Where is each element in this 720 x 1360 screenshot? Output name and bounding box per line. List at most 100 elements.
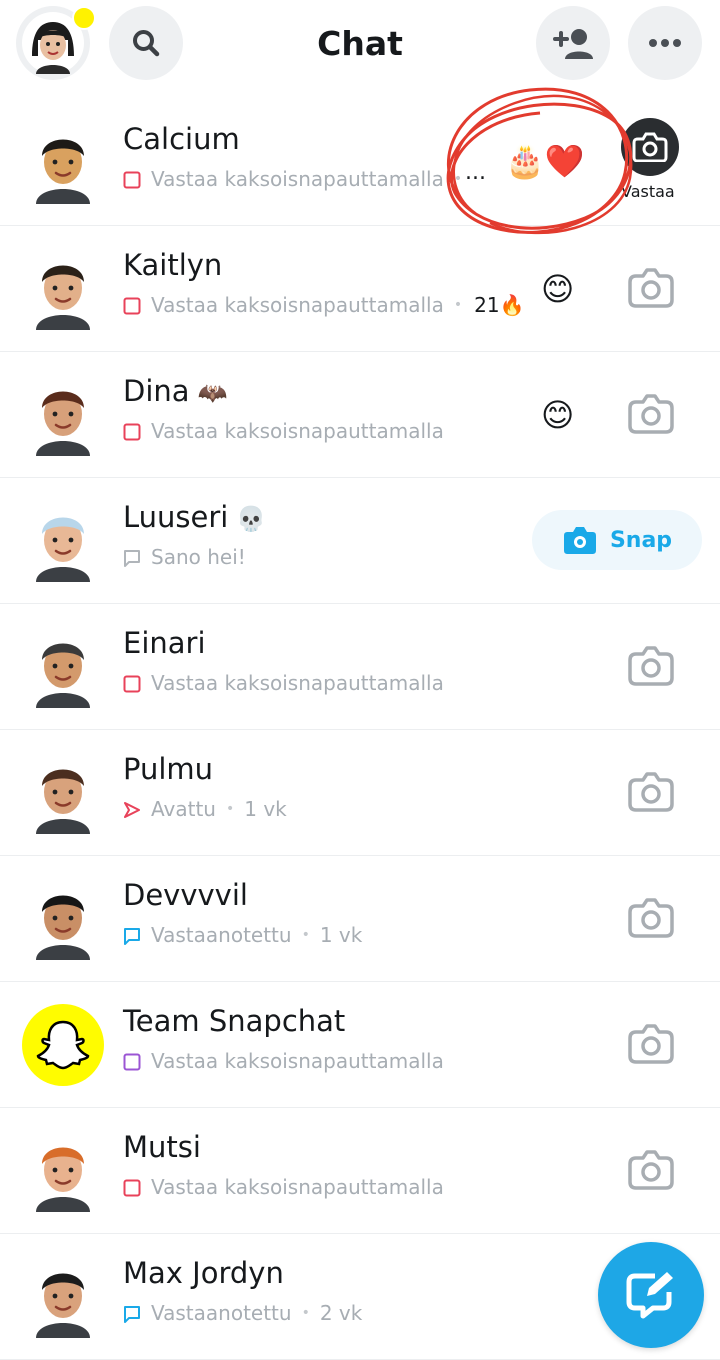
avatar[interactable] — [22, 374, 104, 456]
avatar[interactable] — [22, 500, 104, 582]
chat-name-text: Max Jordyn — [123, 1256, 284, 1290]
chat-name-text: Luuseri — [123, 500, 229, 534]
chat-name-text: Pulmu — [123, 752, 214, 786]
friend-emoji: 😊 — [541, 396, 575, 434]
red-square-icon — [123, 422, 141, 441]
chat-name-text: Mutsi — [123, 1130, 201, 1164]
chat-status: Vastaanotettu • 2 vk — [123, 1298, 362, 1328]
purple-square-icon — [123, 1052, 141, 1071]
chat-status: Avattu • 1 vk — [123, 794, 287, 824]
avatar[interactable] — [22, 122, 104, 204]
camera-icon — [622, 646, 680, 698]
chat-status: Vastaa kaksoisnapauttamalla — [123, 668, 444, 698]
camera-button[interactable] — [622, 258, 680, 316]
chat-status: Sano hei! — [123, 542, 246, 572]
avatar[interactable] — [22, 626, 104, 708]
chat-name-text: Kaitlyn — [123, 248, 223, 282]
red-square-icon — [123, 296, 141, 315]
chat-name-text: Team Snapchat — [123, 1004, 346, 1038]
chat-row[interactable]: Mutsi Vastaa kaksoisnapauttamalla — [0, 1108, 720, 1234]
avatar[interactable] — [22, 1130, 104, 1212]
chat-row[interactable]: Devvvvil Vastaanotettu • 1 vk — [0, 856, 720, 982]
camera-icon — [622, 772, 680, 824]
avatar[interactable] — [22, 248, 104, 330]
avatar[interactable] — [22, 878, 104, 960]
separator-dot: • — [453, 297, 463, 313]
chat-status: Vastaa kaksoisnapauttamalla — [123, 1172, 444, 1202]
chat-name: Kaitlyn — [123, 248, 222, 282]
new-chat-icon — [626, 1272, 673, 1319]
chat-row[interactable]: Einari Vastaa kaksoisnapauttamalla — [0, 604, 720, 730]
chat-list: Calcium Vastaa kaksoisnapauttamalla •... 🎂❤… — [0, 100, 720, 1360]
new-chat-button[interactable] — [598, 1242, 704, 1348]
avatar[interactable] — [22, 1004, 104, 1086]
camera-icon — [622, 1150, 680, 1202]
chat-name-text: Dina — [123, 374, 190, 408]
blue-chat-icon — [123, 926, 141, 945]
chat-row[interactable]: Dina 🦇 Vastaa kaksoisnapauttamalla 😊 — [0, 352, 720, 478]
chat-row[interactable]: Pulmu Avattu • 1 vk — [0, 730, 720, 856]
chat-row[interactable]: Team Snapchat Vastaa kaksoisnapauttamalla — [0, 982, 720, 1108]
friend-emoji: 😊 — [541, 270, 575, 308]
status-text: Vastaanotettu — [151, 923, 292, 947]
chat-name: Devvvvil — [123, 878, 248, 912]
blue-chat-icon — [123, 1304, 141, 1323]
camera-icon — [622, 268, 680, 320]
camera-button[interactable] — [622, 384, 680, 442]
separator-dot: • — [301, 927, 310, 943]
chat-name-text: Einari — [123, 626, 206, 660]
red-scribble-annotation — [446, 87, 633, 235]
grey-chat-icon — [123, 548, 141, 567]
add-friend-icon — [553, 29, 593, 59]
chat-name: Team Snapchat — [123, 1004, 345, 1038]
add-friend-button[interactable] — [536, 6, 610, 80]
chat-name-text: Devvvvil — [123, 878, 248, 912]
status-text: Vastaa kaksoisnapauttamalla — [151, 167, 444, 191]
status-text: Vastaanotettu — [151, 1301, 292, 1325]
camera-icon — [622, 1024, 680, 1076]
chat-name-text: Calcium — [123, 122, 240, 156]
more-icon — [649, 39, 681, 47]
page-title: Chat — [317, 24, 403, 63]
streak-count: 21🔥 — [474, 293, 525, 317]
avatar[interactable] — [22, 752, 104, 834]
red-arrow-icon — [123, 800, 141, 818]
snap-button[interactable]: Snap — [532, 510, 702, 570]
status-text: Vastaa kaksoisnapauttamalla — [151, 419, 444, 443]
camera-button[interactable] — [622, 888, 680, 946]
status-text: Avattu — [151, 797, 216, 821]
name-emoji: 🦇 — [197, 379, 228, 407]
status-time: 2 vk — [319, 1301, 363, 1325]
chat-name: Pulmu — [123, 752, 213, 786]
camera-button[interactable] — [622, 1140, 680, 1198]
status-text: Vastaa kaksoisnapauttamalla — [151, 293, 444, 317]
chat-name: Dina 🦇 — [123, 374, 227, 408]
red-square-icon — [123, 674, 141, 693]
chat-name: Max Jordyn — [123, 1256, 284, 1290]
chat-name: Calcium — [123, 122, 240, 156]
camera-icon — [562, 525, 610, 555]
camera-icon — [622, 394, 680, 446]
red-square-icon — [123, 170, 141, 189]
status-time: 1 vk — [244, 797, 287, 821]
name-emoji: 💀 — [236, 505, 267, 533]
chat-status: Vastaanotettu • 1 vk — [123, 920, 362, 950]
camera-button[interactable] — [622, 762, 680, 820]
separator-dot: • — [225, 801, 235, 817]
more-options-button[interactable] — [628, 6, 702, 80]
camera-button[interactable] — [622, 636, 680, 694]
chat-name: Einari — [123, 626, 206, 660]
camera-icon — [622, 898, 680, 950]
status-time: 1 vk — [319, 923, 363, 947]
camera-button[interactable] — [622, 1014, 680, 1072]
chat-status: Vastaa kaksoisnapauttamalla • 21🔥 — [123, 290, 524, 320]
red-square-icon — [123, 1178, 141, 1197]
chat-row[interactable]: Luuseri 💀 Sano hei! Snap — [0, 478, 720, 604]
avatar[interactable] — [22, 1256, 104, 1338]
status-text: Vastaa kaksoisnapauttamalla — [151, 671, 444, 695]
status-text: Vastaa kaksoisnapauttamalla — [151, 1175, 444, 1199]
chat-name: Luuseri 💀 — [123, 500, 266, 534]
status-text: Sano hei! — [151, 545, 246, 569]
chat-name: Mutsi — [123, 1130, 201, 1164]
separator-dot: • — [301, 1305, 310, 1321]
